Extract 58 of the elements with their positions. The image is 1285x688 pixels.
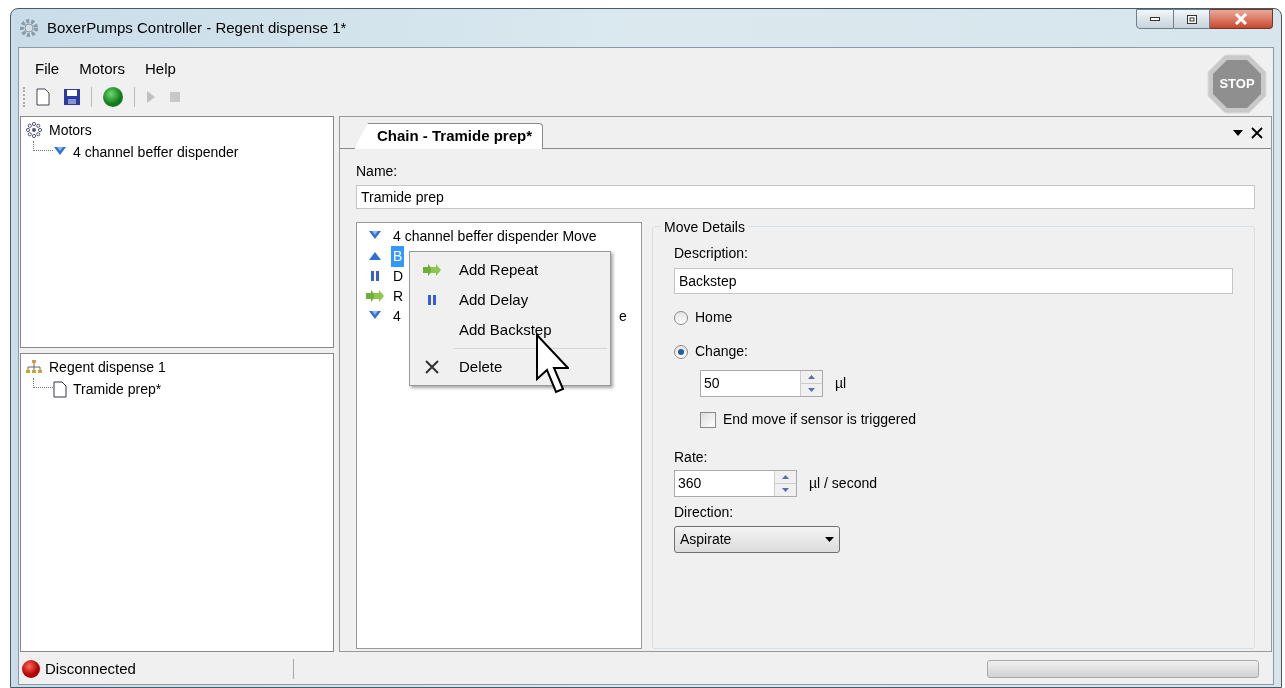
- chain-item-end: e: [619, 306, 627, 326]
- checkbox-label: End move if sensor is triggered: [723, 410, 916, 429]
- close-icon: [1234, 13, 1248, 25]
- direction-dropdown[interactable]: Aspirate: [674, 526, 840, 553]
- tree-item[interactable]: Motors: [49, 119, 92, 141]
- close-icon: [424, 359, 440, 375]
- restore-icon: [1186, 14, 1197, 24]
- spinner-arrows[interactable]: [774, 471, 796, 496]
- description-field[interactable]: Backstep: [674, 268, 1233, 294]
- document-icon: [53, 380, 67, 398]
- field-label: Name:: [356, 162, 399, 181]
- menu-item[interactable]: Add Delay: [410, 285, 610, 315]
- radio-button[interactable]: [674, 310, 688, 325]
- radio-label: Home: [695, 308, 733, 327]
- menu-item[interactable]: Help: [137, 57, 184, 81]
- connection-status-icon: [21, 659, 41, 679]
- chain-item[interactable]: 4: [391, 305, 403, 327]
- close-button[interactable]: [1210, 9, 1273, 29]
- double-arrow-icon: [365, 290, 385, 302]
- document-tab[interactable]: Chain - Tramide prep*: [354, 123, 544, 149]
- tree-item[interactable]: Tramide prep*: [73, 378, 162, 400]
- chain-item[interactable]: R: [391, 285, 406, 307]
- menu-item[interactable]: Delete: [410, 352, 610, 382]
- radio-label: Change:: [695, 342, 748, 361]
- double-arrow-icon: [422, 264, 442, 276]
- radio-button[interactable]: [674, 344, 688, 359]
- status-text: Disconnected: [45, 658, 137, 679]
- rate-field[interactable]: 360: [674, 470, 797, 497]
- hierarchy-icon: [25, 359, 43, 375]
- change-field[interactable]: 50: [700, 370, 823, 397]
- field-label: Rate:: [674, 448, 709, 467]
- field-label: Description:: [674, 244, 749, 263]
- snowflake-icon: [25, 121, 43, 139]
- checkbox[interactable]: [700, 411, 716, 428]
- menu-item[interactable]: Add Repeat: [410, 255, 610, 285]
- name-field[interactable]: Tramide prep: [356, 185, 1255, 209]
- pause-icon: [370, 270, 380, 282]
- chain-item[interactable]: D: [391, 265, 406, 287]
- menu-item[interactable]: Motors: [71, 57, 133, 81]
- minimize-icon: [1150, 17, 1160, 21]
- gear-icon: [19, 18, 39, 38]
- chain-item[interactable]: 4 channel beffer dispender Move: [391, 225, 599, 247]
- dropdown-icon[interactable]: [1233, 129, 1243, 136]
- unit-label: µl: [835, 374, 847, 393]
- caret-icon: [825, 537, 834, 542]
- up-arrow-icon: [368, 250, 382, 262]
- tree-item[interactable]: Regent dispense 1: [49, 356, 166, 378]
- field-label: Direction:: [674, 503, 735, 522]
- minimize-button[interactable]: [1136, 9, 1174, 29]
- tree-item[interactable]: 4 channel beffer dispender: [73, 141, 239, 163]
- unit-label: µl / second: [809, 474, 877, 493]
- window-title: BoxerPumps Controller - Regent dispense 1*: [47, 17, 347, 38]
- close-icon[interactable]: [1251, 126, 1263, 139]
- pause-icon: [427, 294, 437, 306]
- menu-item[interactable]: Add Backstep: [410, 315, 610, 345]
- maximize-button[interactable]: [1174, 9, 1210, 29]
- menu-item[interactable]: File: [27, 57, 68, 81]
- spinner-arrows[interactable]: [800, 371, 822, 396]
